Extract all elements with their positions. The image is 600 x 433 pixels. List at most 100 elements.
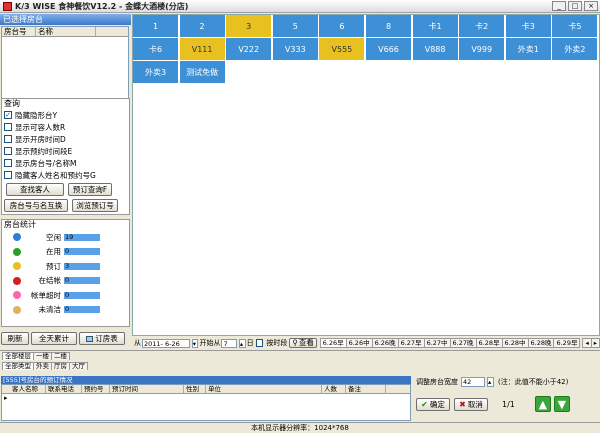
room-tile[interactable]: V333 <box>272 38 319 61</box>
option-checkbox[interactable] <box>4 171 12 179</box>
col-name[interactable]: 名称 <box>36 27 96 36</box>
date-tab[interactable]: 6.27中 <box>423 338 451 348</box>
option-label: 隐藏隐形台Y <box>15 110 58 120</box>
date-tab[interactable]: 6.27早 <box>397 338 425 348</box>
view-label: 查看 <box>298 338 314 347</box>
room-tile[interactable]: 卡3 <box>505 15 552 38</box>
room-tile[interactable]: 卡5 <box>552 15 599 38</box>
by-period-checkbox[interactable] <box>255 339 264 347</box>
query-option[interactable]: 显示可容人数R <box>2 121 129 133</box>
date-picker[interactable]: 2011- 6-26 <box>142 338 190 348</box>
room-tile[interactable]: 卡1 <box>412 15 459 38</box>
filter-tab[interactable]: 全部楼层 <box>2 352 34 360</box>
col-room-no[interactable]: 房台号 <box>2 27 36 36</box>
open-from-input[interactable]: 7 <box>221 338 237 348</box>
refresh-button[interactable]: 刷新 <box>1 332 29 345</box>
room-tile[interactable]: 1 <box>133 15 179 38</box>
ok-button[interactable]: ✔ 确定 <box>416 397 450 411</box>
filter-tab[interactable]: 全部类型 <box>2 362 34 370</box>
room-table-button[interactable]: 订房表 <box>79 332 125 345</box>
date-tab[interactable]: 6.26晚 <box>371 338 399 348</box>
stat-row: 在用 0 <box>2 245 129 260</box>
reservation-column-header[interactable]: 性别 <box>184 385 206 393</box>
room-tile[interactable]: 6 <box>319 15 366 38</box>
all-day-total-button[interactable]: 全天累计 <box>31 332 77 345</box>
stat-row: 预订 3 <box>2 259 129 274</box>
query-option[interactable]: 显示开房时间D <box>2 133 129 145</box>
close-button[interactable]: × <box>584 1 598 11</box>
room-tile[interactable]: V888 <box>412 38 459 61</box>
swap-room-name-button[interactable]: 房台号与名互换 <box>4 199 68 212</box>
width-spin-icon[interactable]: ▴ <box>487 377 494 387</box>
date-tab[interactable]: 6.29早 <box>553 338 581 348</box>
cancel-label: 取消 <box>467 399 483 409</box>
room-tile[interactable]: 外卖1 <box>505 38 552 61</box>
room-tile[interactable]: 5 <box>272 15 319 38</box>
option-checkbox[interactable] <box>4 147 12 155</box>
cancel-button[interactable]: ✖ 取消 <box>454 397 488 411</box>
reservation-column-header[interactable]: 人数 <box>322 385 346 393</box>
open-from-spin-icon[interactable]: ▴ <box>238 338 246 348</box>
arrow-up-icon[interactable]: ▲ <box>534 396 551 412</box>
reservation-column-header[interactable]: 联系电话 <box>46 385 82 393</box>
room-tile[interactable]: 2 <box>179 15 226 38</box>
room-tile[interactable]: 卡2 <box>459 15 506 38</box>
room-tile[interactable]: 外卖2 <box>552 38 599 61</box>
room-tile[interactable]: 8 <box>366 15 412 38</box>
date-tab[interactable]: 6.26早 <box>319 338 347 348</box>
room-tile[interactable]: V222 <box>226 38 273 61</box>
reservation-header: [555]号房台的预订情况 <box>1 376 411 384</box>
room-tile[interactable]: 卡6 <box>133 38 179 61</box>
date-tab[interactable]: 6.28中 <box>501 338 529 348</box>
date-tab[interactable]: 6.28晚 <box>527 338 555 348</box>
room-tile[interactable]: 测试免做 <box>179 61 226 84</box>
open-from-label: 开始从 <box>199 339 221 347</box>
reservation-column-header[interactable]: 预约号 <box>82 385 110 393</box>
by-period-label: 按时段 <box>266 339 288 347</box>
room-tile[interactable]: V555 <box>319 38 366 61</box>
next-date-icon[interactable]: ▸ <box>590 338 600 348</box>
query-option[interactable]: ✓ 隐藏隐形台Y <box>2 109 129 121</box>
bottom-panel: 全部楼层 一楼 二楼 全部类型 外卖 厅房 大厅 [555]号房台的预订情况 客人名称 联系… <box>0 350 600 421</box>
filter-tab[interactable]: 大厅 <box>69 362 88 370</box>
room-tile[interactable]: V666 <box>366 38 412 61</box>
query-option[interactable]: 显示预约时间段E <box>2 145 129 157</box>
reservation-column-header[interactable]: 单位 <box>206 385 322 393</box>
room-tile[interactable]: V111 <box>179 38 226 61</box>
room-tile[interactable]: 3 <box>226 15 273 38</box>
width-input[interactable]: 42 <box>461 377 485 387</box>
reservation-column-header[interactable]: 备注 <box>346 385 386 393</box>
date-tab[interactable]: 6.27晚 <box>449 338 477 348</box>
query-title: 查询 <box>4 99 20 108</box>
query-option[interactable]: 显示房台号/名称M <box>2 157 129 169</box>
find-guest-button[interactable]: 查找客人 <box>6 183 64 196</box>
date-tab[interactable]: 6.26中 <box>345 338 373 348</box>
stat-row: 在结帐 0 <box>2 274 129 289</box>
browse-reservation-button[interactable]: 浏览预订号 <box>72 199 118 212</box>
option-checkbox[interactable] <box>4 159 12 167</box>
status-dot-icon <box>13 247 21 256</box>
minimize-button[interactable]: _ <box>552 1 566 11</box>
filter-tab[interactable]: 二楼 <box>51 352 70 360</box>
date-dropdown-icon[interactable]: ▾ <box>191 338 199 348</box>
filter-tab[interactable]: 一楼 <box>33 352 52 360</box>
view-button[interactable]: ⚲ 查看 <box>289 338 317 348</box>
reservation-column-header[interactable]: 预订时间 <box>110 385 184 393</box>
reservation-column-header[interactable]: 客人名称 <box>10 385 46 393</box>
stat-count-bar: 3 <box>64 262 100 270</box>
room-tile[interactable]: 外卖3 <box>133 61 179 84</box>
option-checkbox[interactable]: ✓ <box>4 111 12 119</box>
option-checkbox[interactable] <box>4 123 12 131</box>
reservation-table[interactable]: 客人名称 联系电话 预约号 预订时间 性别 单位 人数 备注 ▸ <box>1 384 411 421</box>
maximize-button[interactable]: □ <box>568 1 582 11</box>
option-checkbox[interactable] <box>4 135 12 143</box>
filter-tab[interactable]: 厅房 <box>51 362 70 370</box>
arrow-down-icon[interactable]: ▼ <box>553 396 570 412</box>
reserve-query-button[interactable]: 预订查询F <box>68 183 112 196</box>
query-option[interactable]: 隐藏客人姓名和预约号G <box>2 169 129 181</box>
option-label: 显示房台号/名称M <box>15 158 77 168</box>
stat-row: 帐单超时 0 <box>2 288 129 303</box>
date-tab[interactable]: 6.28早 <box>475 338 503 348</box>
filter-tab[interactable]: 外卖 <box>33 362 52 370</box>
room-tile[interactable]: V999 <box>459 38 506 61</box>
